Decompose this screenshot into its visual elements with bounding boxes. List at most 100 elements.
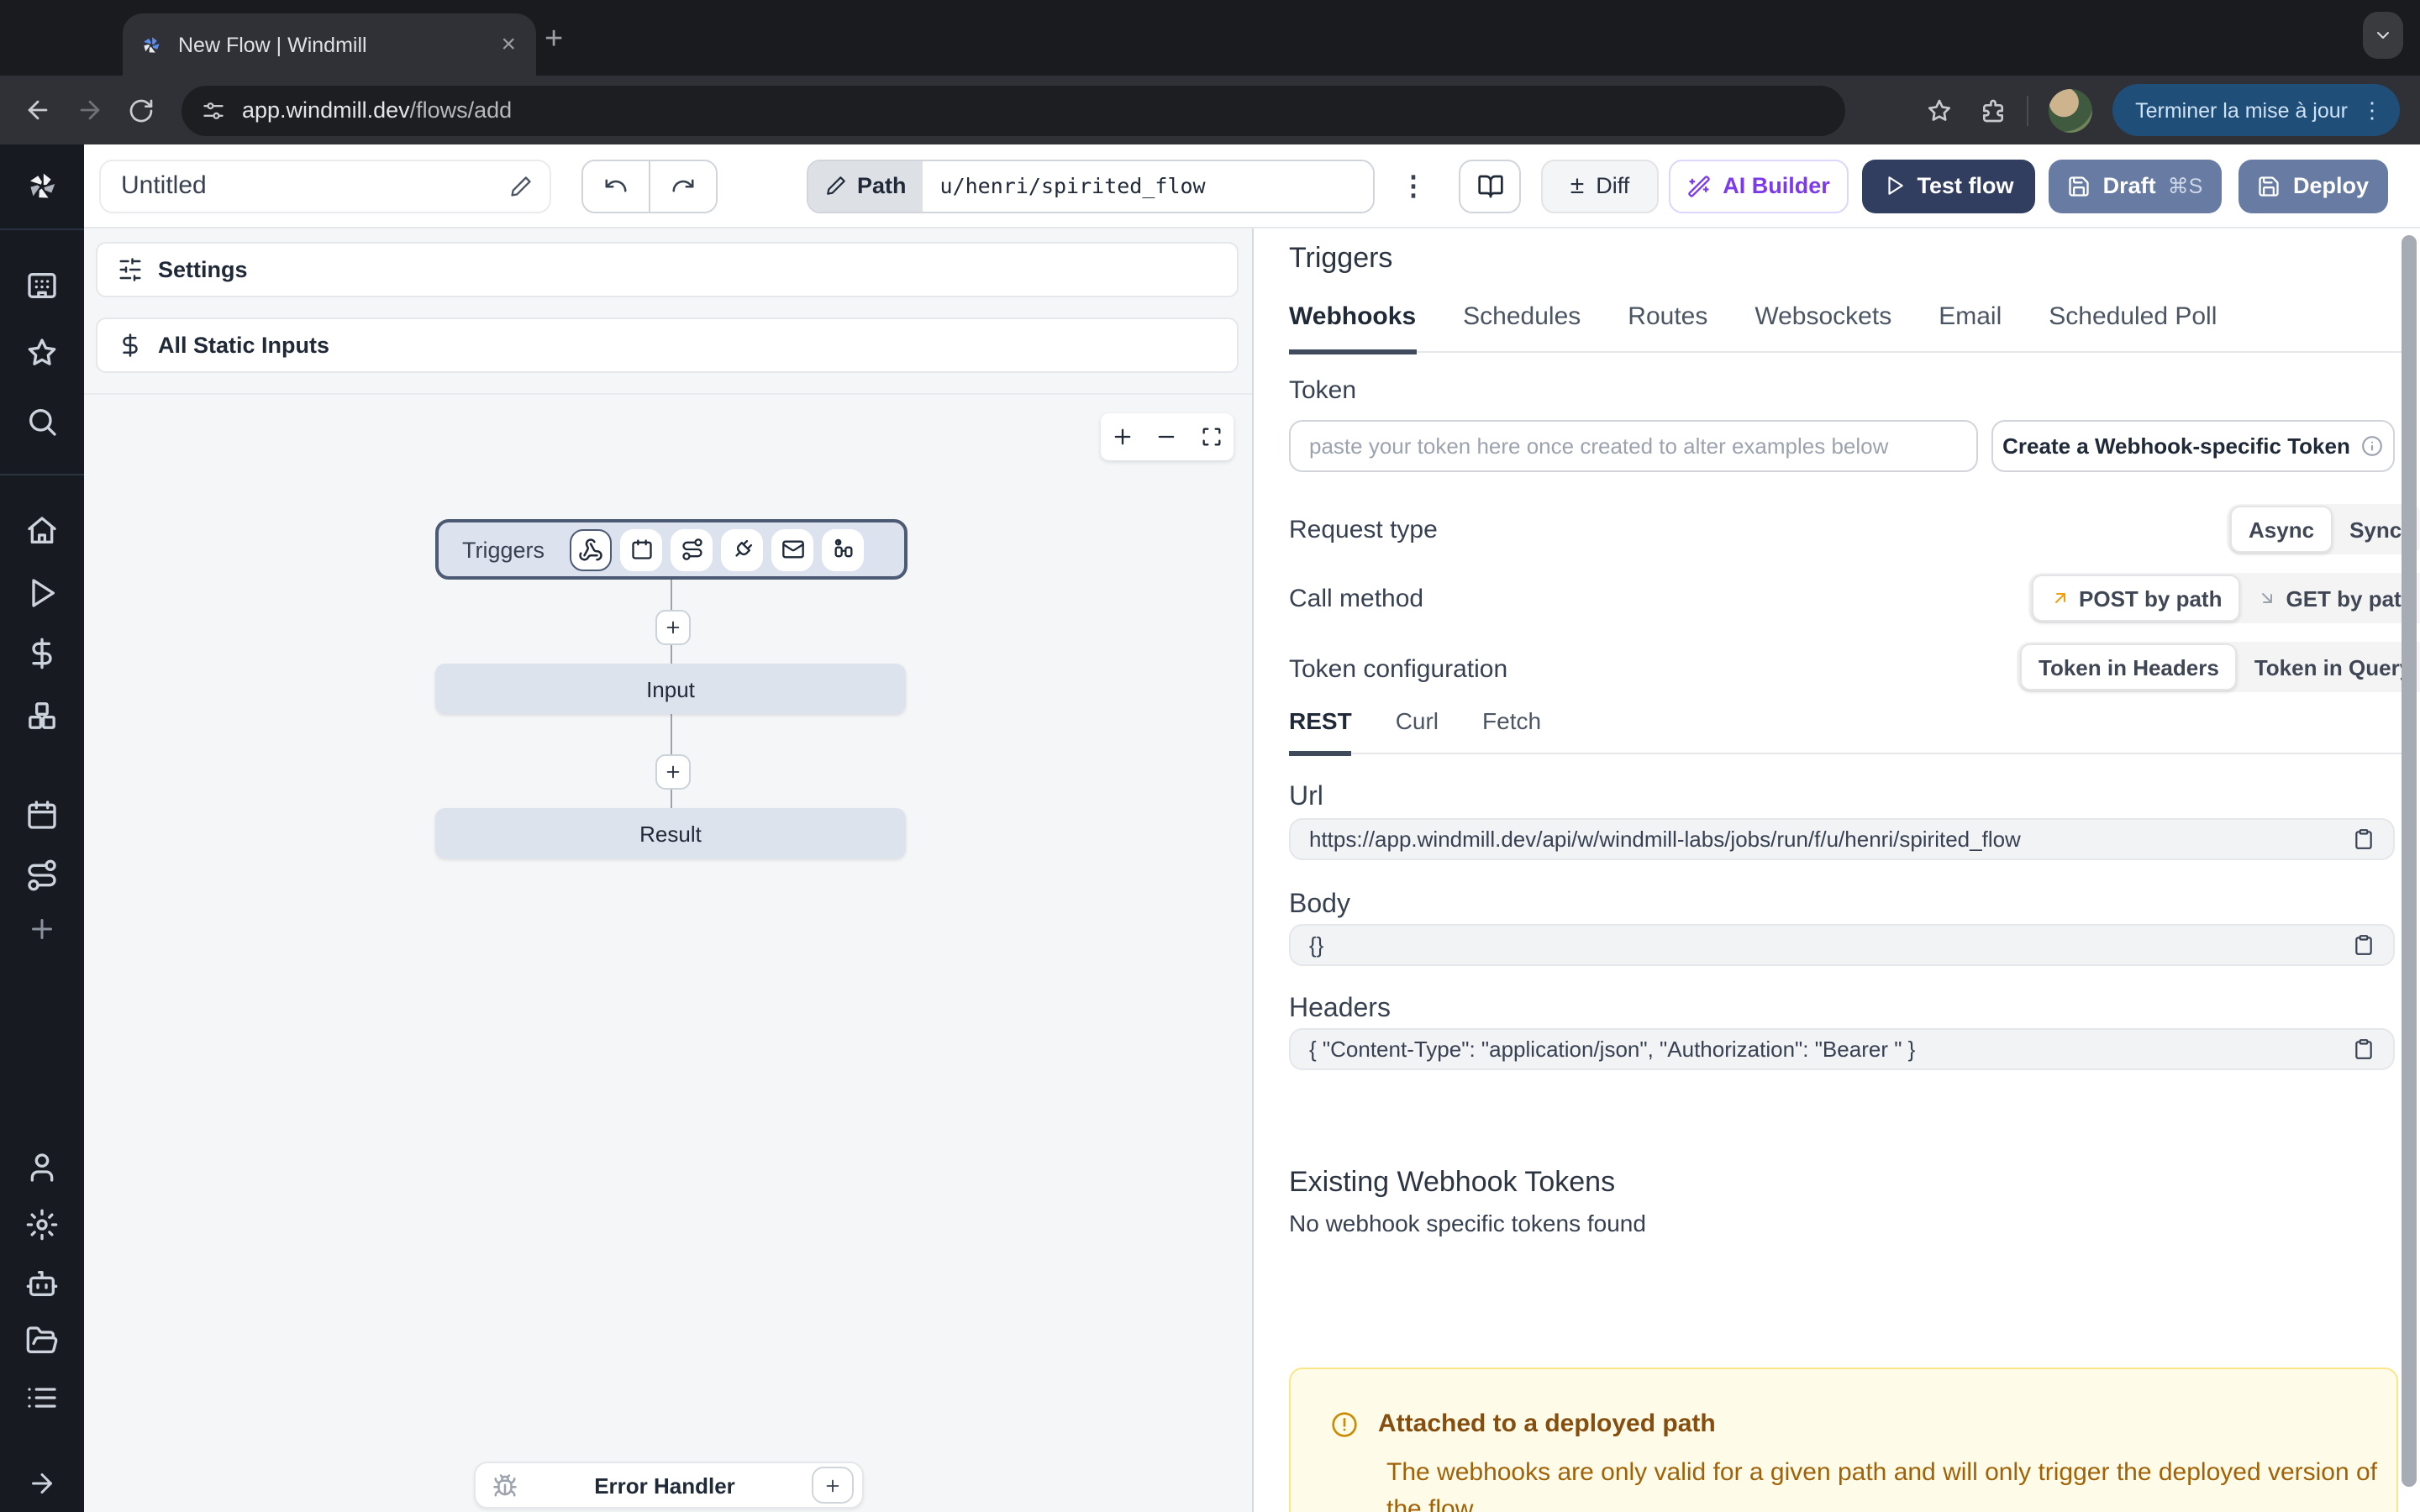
reload-icon[interactable]	[128, 97, 155, 123]
snippet-tabs: REST Curl Fetch	[1289, 707, 2402, 754]
sidebar-item-workspace[interactable]	[0, 269, 84, 302]
sidebar-item-search[interactable]	[0, 405, 84, 438]
sidebar-item-favorites[interactable]	[0, 336, 84, 370]
add-step-button[interactable]	[655, 754, 691, 790]
token-in-headers[interactable]: Token in Headers	[2020, 643, 2238, 690]
test-flow-button[interactable]: Test flow	[1862, 159, 2035, 213]
sidebar-item-folders[interactable]	[0, 1324, 84, 1357]
flow-title-box[interactable]: Untitled	[99, 159, 551, 213]
trigger-webhook-button[interactable]	[570, 528, 612, 570]
info-icon	[2362, 435, 2384, 457]
tab-rest[interactable]: REST	[1289, 707, 1352, 756]
tab-websockets[interactable]: Websockets	[1754, 302, 1891, 351]
copy-icon[interactable]	[2353, 828, 2375, 850]
more-options-button[interactable]: ⋮	[1397, 169, 1430, 202]
input-node[interactable]: Input	[435, 664, 906, 714]
sidebar-item-workers[interactable]	[0, 1267, 84, 1300]
call-method-get[interactable]: GET by path	[2240, 576, 2420, 620]
undo-button[interactable]	[583, 160, 649, 211]
tab-email[interactable]: Email	[1939, 302, 2002, 351]
token-input[interactable]: paste your token here once created to al…	[1289, 420, 1978, 472]
add-error-handler-button[interactable]	[812, 1467, 854, 1504]
path-input[interactable]: u/henri/spirited_flow	[923, 160, 1374, 211]
error-handler-node[interactable]: Error Handler	[474, 1462, 864, 1509]
flow-toolbar: Untitled Path u/henri/spirited_flow ⋮ ±D…	[84, 144, 2420, 228]
new-tab-button[interactable]: +	[544, 24, 563, 55]
scrollbar-thumb[interactable]	[2402, 235, 2417, 1487]
dollar-icon	[25, 637, 59, 670]
zoom-in-icon[interactable]	[1111, 425, 1134, 449]
dollar-icon	[118, 333, 143, 358]
tab-close-icon[interactable]: ×	[497, 32, 519, 57]
tab-scheduled-poll[interactable]: Scheduled Poll	[2049, 302, 2217, 351]
sidebar-item-settings[interactable]	[0, 1208, 84, 1242]
browser-tab[interactable]: New Flow | Windmill ×	[123, 13, 536, 76]
path-label[interactable]: Path	[808, 160, 923, 211]
sidebar-item-home[interactable]	[0, 514, 84, 548]
profile-avatar[interactable]	[2048, 88, 2091, 132]
result-node[interactable]: Result	[435, 808, 906, 858]
sidebar-item-user[interactable]	[0, 1151, 84, 1184]
tab-search-button[interactable]	[2363, 12, 2403, 59]
tab-fetch[interactable]: Fetch	[1482, 707, 1541, 753]
tab-webhooks[interactable]: Webhooks	[1289, 302, 1416, 354]
add-step-button[interactable]	[655, 610, 691, 645]
diff-button[interactable]: ±Diff	[1541, 159, 1659, 213]
url-text: app.windmill.dev/flows/add	[242, 97, 512, 123]
flow-title: Untitled	[121, 171, 509, 200]
address-bar[interactable]: app.windmill.dev/flows/add	[182, 85, 1845, 135]
sidebar-item-variables[interactable]	[0, 637, 84, 670]
trigger-tabs: Webhooks Schedules Routes Websockets Ema…	[1289, 302, 2402, 353]
request-type-toggle: Async Sync	[2227, 504, 2420, 554]
tab-routes[interactable]: Routes	[1628, 302, 1707, 351]
sidebar-item-routes[interactable]	[0, 858, 84, 892]
path-group: Path u/henri/spirited_flow	[807, 159, 1376, 213]
tab-curl[interactable]: Curl	[1396, 707, 1439, 753]
sidebar-item-resources[interactable]	[0, 699, 84, 732]
copy-icon[interactable]	[2353, 934, 2375, 956]
edit-pencil-icon[interactable]	[509, 174, 533, 197]
sidebar-item-logs[interactable]	[0, 1381, 84, 1415]
bookmark-star-icon[interactable]	[1925, 97, 1952, 123]
deploy-button[interactable]: Deploy	[2238, 159, 2388, 213]
request-type-async[interactable]: Async	[2230, 506, 2333, 553]
workspace-icon	[25, 269, 59, 302]
redo-button[interactable]	[649, 160, 716, 211]
ai-builder-button[interactable]: AI Builder	[1669, 159, 1849, 213]
site-settings-icon[interactable]	[202, 98, 225, 122]
zoom-out-icon[interactable]	[1155, 425, 1179, 449]
docs-button[interactable]	[1459, 159, 1521, 213]
sidebar-logo[interactable]	[0, 144, 84, 230]
sidebar-item-add[interactable]	[0, 914, 84, 948]
triggers-node[interactable]: Triggers	[435, 519, 908, 580]
trigger-websocket-button[interactable]	[721, 528, 763, 570]
headers-value[interactable]: { "Content-Type": "application/json", "A…	[1289, 1028, 2395, 1070]
save-draft-button[interactable]: Draft⌘S	[2049, 159, 2222, 213]
fit-view-icon[interactable]	[1200, 425, 1223, 449]
url-label: Url	[1289, 783, 1323, 813]
sidebar-expand-button[interactable]	[0, 1468, 84, 1502]
trigger-email-button[interactable]	[771, 528, 813, 570]
copy-icon[interactable]	[2353, 1038, 2375, 1060]
back-icon[interactable]	[24, 96, 52, 124]
extensions-icon[interactable]	[1979, 97, 2006, 123]
url-value[interactable]: https://app.windmill.dev/api/w/windmill-…	[1289, 818, 2395, 860]
warning-body: The webhooks are only valid for a given …	[1386, 1455, 2388, 1512]
chrome-menu-icon[interactable]: ⋮	[2361, 97, 2383, 123]
trigger-route-button[interactable]	[671, 528, 713, 570]
trigger-schedule-button[interactable]	[620, 528, 662, 570]
tab-schedules[interactable]: Schedules	[1463, 302, 1581, 351]
chrome-update-button[interactable]: Terminer la mise à jour ⋮	[2112, 84, 2400, 136]
sidebar-item-schedules[interactable]	[0, 798, 84, 832]
divider	[0, 474, 84, 475]
play-icon	[1883, 175, 1905, 197]
create-token-button[interactable]: Create a Webhook-specific Token	[1991, 420, 2395, 472]
trigger-scheduled-poll-button[interactable]	[822, 528, 864, 570]
sidebar-item-runs[interactable]	[0, 576, 84, 610]
token-in-query[interactable]: Token in Query	[2238, 645, 2420, 689]
static-inputs-button[interactable]: All Static Inputs	[96, 318, 1239, 373]
body-value[interactable]: {}	[1289, 924, 2395, 966]
flow-settings-button[interactable]: Settings	[96, 242, 1239, 297]
forward-icon[interactable]	[76, 96, 104, 124]
call-method-post[interactable]: POST by path	[2032, 575, 2240, 622]
